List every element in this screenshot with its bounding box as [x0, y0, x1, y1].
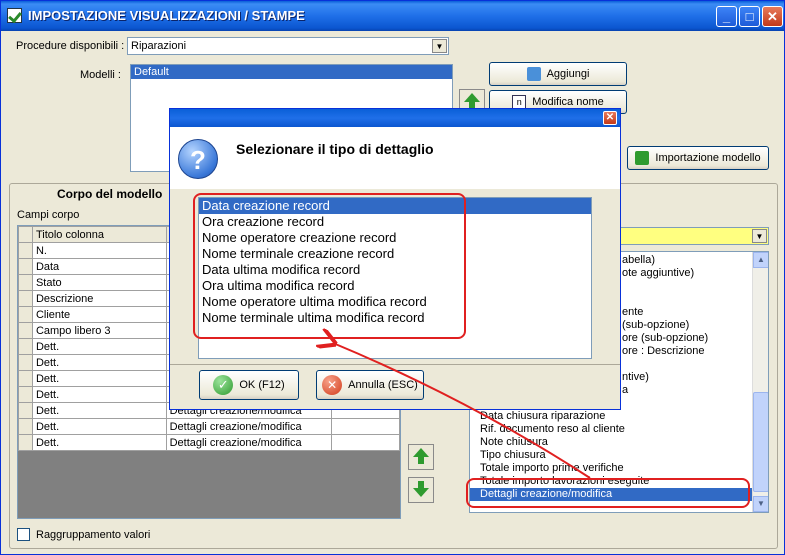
- annotation-arrow: [0, 0, 591, 479]
